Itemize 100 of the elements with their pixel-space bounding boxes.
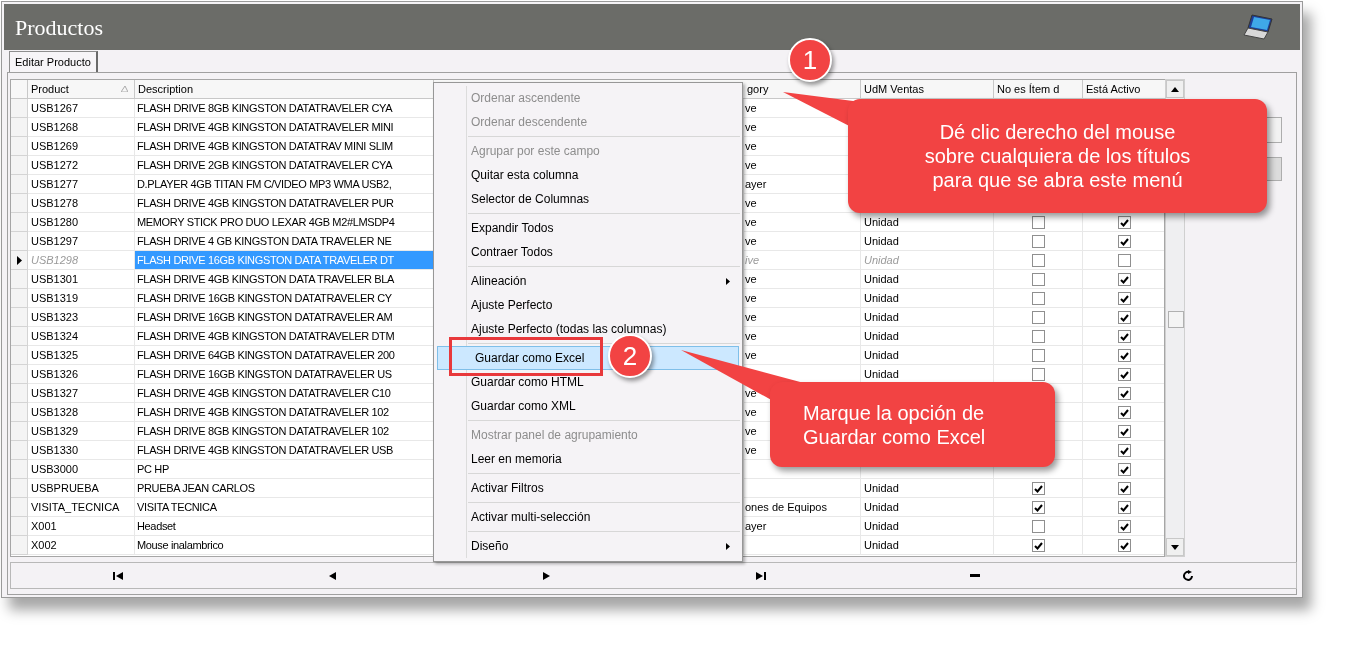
- table-cell-text: USB1329: [30, 424, 80, 440]
- menu-item[interactable]: Activar Filtros: [434, 476, 742, 500]
- menu-item[interactable]: Expandir Todos: [434, 216, 742, 240]
- table-cell-text: USB1297: [30, 234, 80, 250]
- checkbox[interactable]: [1118, 406, 1131, 419]
- column-header[interactable]: Product: [28, 80, 135, 99]
- table-cell-text: VISITA TECNICA: [136, 500, 218, 516]
- table-cell-text: USB1328: [30, 405, 80, 421]
- scroll-down-button[interactable]: [1166, 538, 1184, 556]
- checkbox[interactable]: [1118, 539, 1131, 552]
- table-cell-text: USB1319: [30, 291, 80, 307]
- column-header[interactable]: gory: [744, 80, 861, 99]
- table-cell-text: PC HP: [136, 462, 170, 478]
- checkbox[interactable]: [1032, 349, 1045, 362]
- table-cell-text: FLASH DRIVE 4 GB KINGSTON DATA TRAVELER NE: [136, 234, 393, 250]
- table-cell-text: MEMORY STICK PRO DUO LEXAR 4GB M2#LMSDP4: [136, 215, 396, 231]
- table-cell-text: USB1272: [30, 158, 80, 174]
- checkbox[interactable]: [1118, 273, 1131, 286]
- table-cell-text: ones de Equipos: [745, 500, 827, 516]
- table-cell-text: USB3000: [30, 462, 80, 478]
- table-cell-text: ve: [745, 272, 757, 288]
- first-icon: [113, 571, 124, 580]
- column-header[interactable]: Está Activo: [1083, 80, 1166, 99]
- checkbox[interactable]: [1032, 501, 1045, 514]
- callout-text: Dé clic derecho del mouse sobre cualquiera de los títulos para que se abra este menú: [924, 120, 1191, 192]
- menu-item[interactable]: Diseño: [434, 534, 742, 558]
- menu-item[interactable]: Ajuste Perfecto: [434, 293, 742, 317]
- table-cell-text: X002: [30, 538, 58, 554]
- table-cell-text: FLASH DRIVE 64GB KINGSTON DATATRAVELER 200: [136, 348, 396, 364]
- checkbox[interactable]: [1032, 311, 1045, 324]
- checkbox[interactable]: [1118, 216, 1131, 229]
- table-cell-text: Mouse inalambrico: [136, 538, 225, 554]
- table-cell-text: FLASH DRIVE 4GB KINGSTON DATATRAVELER C10: [136, 386, 392, 402]
- callout-text: Marque la opción de Guardar como Excel: [803, 400, 986, 449]
- table-cell-text: ve: [745, 120, 757, 136]
- menu-item[interactable]: Contraer Todos: [434, 240, 742, 264]
- checkbox[interactable]: [1032, 330, 1045, 343]
- table-cell-text: ive: [745, 253, 760, 269]
- table-cell-text: FLASH DRIVE 8GB KINGSTON DATATRAVELER 102: [136, 424, 390, 440]
- checkbox[interactable]: [1032, 368, 1045, 381]
- checkbox[interactable]: [1118, 368, 1131, 381]
- table-cell-text: USB1280: [30, 215, 80, 231]
- table-cell-text: Unidad: [863, 272, 900, 288]
- checkbox[interactable]: [1032, 216, 1045, 229]
- table-cell-text: PRUEBA JEAN CARLOS: [136, 481, 256, 497]
- table-cell-text: Unidad: [863, 500, 900, 516]
- checkbox[interactable]: [1032, 520, 1045, 533]
- menu-item[interactable]: Selector de Columnas: [434, 187, 742, 211]
- table-cell-text: ayer: [745, 519, 767, 535]
- checkbox[interactable]: [1118, 520, 1131, 533]
- checkbox[interactable]: [1118, 349, 1131, 362]
- checkbox[interactable]: [1118, 330, 1131, 343]
- checkbox[interactable]: [1032, 482, 1045, 495]
- table-cell-text: ve: [745, 424, 757, 440]
- menu-item[interactable]: Alineación: [434, 269, 742, 293]
- table-cell-text: USB1326: [30, 367, 80, 383]
- table-cell-text: USB1277: [30, 177, 80, 193]
- checkbox[interactable]: [1118, 387, 1131, 400]
- table-cell-text: USB1278: [30, 196, 80, 212]
- menu-item[interactable]: Quitar esta columna: [434, 163, 742, 187]
- current-row-icon: [16, 255, 22, 265]
- checkbox[interactable]: [1118, 463, 1131, 476]
- checkbox[interactable]: [1032, 254, 1045, 267]
- checkbox[interactable]: [1032, 539, 1045, 552]
- table-cell-text: FLASH DRIVE 16GB KINGSTON DATATRAVELER CY: [136, 291, 393, 307]
- scroll-thumb[interactable]: [1168, 311, 1184, 328]
- checkbox[interactable]: [1118, 444, 1131, 457]
- checkbox[interactable]: [1118, 254, 1131, 267]
- checkbox[interactable]: [1032, 273, 1045, 286]
- column-header[interactable]: Description: [135, 80, 434, 99]
- up-arrow-icon: [1171, 86, 1179, 92]
- table-cell-text: FLASH DRIVE 2GB KINGSTON DATATRAVELER CYA: [136, 158, 394, 174]
- table-cell-text: FLASH DRIVE 4GB KINGSTON DATA TRAVELER BLA: [136, 272, 395, 288]
- checkbox[interactable]: [1118, 235, 1131, 248]
- checkbox[interactable]: [1032, 235, 1045, 248]
- checkbox[interactable]: [1118, 482, 1131, 495]
- column-header[interactable]: No es Ítem d: [994, 80, 1083, 99]
- table-cell-text: Unidad: [863, 367, 900, 383]
- table-cell-text: FLASH DRIVE 4GB KINGSTON DATATRAV MINI SLIM: [136, 139, 394, 155]
- checkbox[interactable]: [1118, 311, 1131, 324]
- checkbox[interactable]: [1032, 292, 1045, 305]
- menu-item[interactable]: Activar multi-selección: [434, 505, 742, 529]
- checkbox[interactable]: [1118, 501, 1131, 514]
- table-cell-text: USB1298: [30, 253, 80, 269]
- column-header[interactable]: UdM Ventas: [861, 80, 994, 99]
- right-arrow-icon: [542, 571, 550, 580]
- minus-icon: [969, 574, 980, 577]
- last-icon: [755, 571, 766, 580]
- menu-item[interactable]: Guardar como XML: [434, 394, 742, 418]
- table-cell-text: USB1325: [30, 348, 80, 364]
- tab[interactable]: Editar Producto: [9, 51, 98, 72]
- row-header[interactable]: [11, 251, 28, 270]
- checkbox[interactable]: [1118, 292, 1131, 305]
- scroll-up-button[interactable]: [1166, 80, 1184, 98]
- table-cell-text: USB1327: [30, 386, 80, 402]
- table-cell-text: FLASH DRIVE 4GB KINGSTON DATATRAVELER DTM: [136, 329, 396, 345]
- menu-item[interactable]: Leer en memoria: [434, 447, 742, 471]
- checkbox[interactable]: [1118, 425, 1131, 438]
- table-cell-text: USB1267: [30, 101, 80, 117]
- table-cell-text: ve: [745, 215, 757, 231]
